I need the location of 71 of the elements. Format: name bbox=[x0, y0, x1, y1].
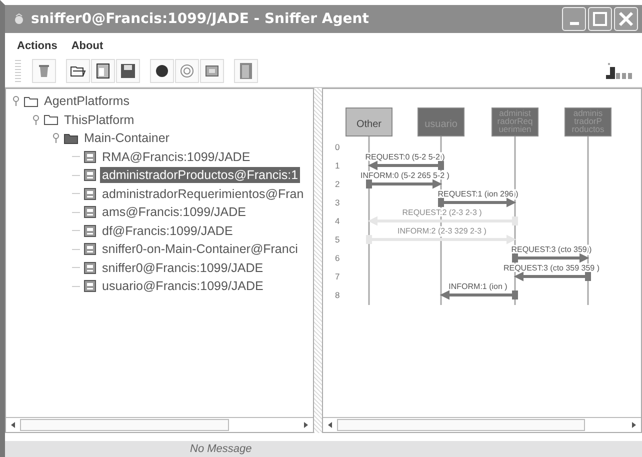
folder-icon bbox=[24, 96, 38, 107]
row-number: 0 bbox=[335, 142, 340, 152]
row-number: 5 bbox=[335, 234, 340, 244]
menu-item[interactable]: About bbox=[71, 40, 104, 52]
agent-icon bbox=[84, 280, 96, 292]
tree-item[interactable]: administradorRequerimientos@Fran bbox=[100, 186, 306, 202]
row-number: 6 bbox=[335, 253, 340, 263]
message-label: INFORM:1 (ion ) bbox=[448, 282, 508, 291]
open-folder-icon[interactable] bbox=[66, 59, 90, 83]
document-icon[interactable] bbox=[91, 59, 115, 83]
logo-icon bbox=[604, 61, 634, 81]
message-arrow[interactable] bbox=[440, 290, 518, 300]
tree-item[interactable]: Main-Container bbox=[82, 130, 172, 146]
row-number: 4 bbox=[335, 216, 340, 226]
tree-item[interactable]: administradorProductos@Francis:1 bbox=[100, 167, 300, 184]
scroll-right-icon[interactable] bbox=[630, 421, 638, 429]
message-arrow[interactable] bbox=[512, 253, 590, 263]
scroll-right-icon[interactable] bbox=[302, 421, 310, 429]
tree-item[interactable]: AgentPlatforms bbox=[42, 93, 132, 110]
horizontal-scrollbar[interactable] bbox=[6, 417, 314, 432]
row-number: 7 bbox=[335, 272, 340, 282]
maximize-button[interactable] bbox=[588, 7, 612, 31]
folder-icon bbox=[44, 114, 58, 126]
record-icon[interactable] bbox=[150, 59, 174, 83]
message-label: REQUEST:0 (5-2 5-2 ) bbox=[365, 152, 445, 162]
tree-item[interactable]: sniffer0-on-Main-Container@Franci bbox=[100, 241, 300, 258]
tree-item[interactable]: RMA@Francis:1099/JADE bbox=[100, 148, 252, 165]
folder-icon bbox=[64, 132, 78, 144]
horizontal-scrollbar[interactable] bbox=[323, 417, 641, 432]
tree-item[interactable]: usuario@Francis:1099/JADE bbox=[100, 278, 266, 294]
row-number: 3 bbox=[335, 198, 340, 208]
agent-icon bbox=[84, 243, 96, 256]
maximize-icon bbox=[592, 11, 608, 27]
agent-icon bbox=[84, 224, 96, 237]
message-label: INFORM:0 (5-2 265 5-2 ) bbox=[360, 171, 450, 180]
message-label: REQUEST:3 (cto 359 ) bbox=[511, 245, 592, 254]
exit-door-icon[interactable] bbox=[234, 59, 258, 83]
message-arrow[interactable] bbox=[368, 160, 444, 170]
agent-icon bbox=[84, 150, 96, 163]
scroll-left-icon[interactable] bbox=[326, 421, 334, 429]
agent-icon bbox=[84, 188, 96, 200]
expand-toggle-icon[interactable] bbox=[12, 96, 20, 106]
tree-item[interactable]: ams@Francis:1099/JADE bbox=[100, 204, 248, 220]
agent-icon bbox=[84, 262, 96, 274]
expand-toggle-icon[interactable] bbox=[32, 114, 40, 125]
message-label: REQUEST:3 (cto 359 359 ) bbox=[503, 264, 600, 272]
minimize-button[interactable] bbox=[562, 7, 586, 31]
scroll-left-icon[interactable] bbox=[9, 421, 17, 429]
row-number: 8 bbox=[335, 290, 340, 300]
tree-item[interactable]: df@Francis:1099/JADE bbox=[100, 222, 235, 239]
menu-item[interactable]: Actions bbox=[17, 40, 58, 52]
agent-icon bbox=[84, 169, 96, 182]
message-label: REQUEST:1 (ion 296 ) bbox=[438, 190, 518, 198]
row-number: 1 bbox=[335, 160, 340, 170]
tree-item[interactable]: ThisPlatform bbox=[62, 112, 136, 128]
window-title: sniffer0@Francis:1099/JADE - Sniffer Agent bbox=[31, 11, 369, 27]
status-message: No Message bbox=[190, 443, 252, 455]
expand-toggle-icon[interactable] bbox=[52, 133, 60, 144]
trash-icon[interactable] bbox=[32, 59, 56, 83]
minimize-icon bbox=[570, 22, 578, 25]
agent-icon bbox=[84, 206, 96, 218]
save-icon[interactable] bbox=[116, 59, 140, 83]
row-number: 2 bbox=[335, 179, 340, 189]
app-icon bbox=[13, 13, 25, 25]
agent-box[interactable]: Other bbox=[346, 108, 392, 136]
close-icon bbox=[618, 11, 634, 27]
close-button[interactable] bbox=[614, 7, 638, 31]
tree-item[interactable]: sniffer0@Francis:1099/JADE bbox=[100, 260, 266, 276]
message-arrow[interactable] bbox=[438, 198, 516, 208]
message-arrow[interactable] bbox=[366, 179, 442, 189]
message-arrow[interactable] bbox=[514, 272, 591, 282]
